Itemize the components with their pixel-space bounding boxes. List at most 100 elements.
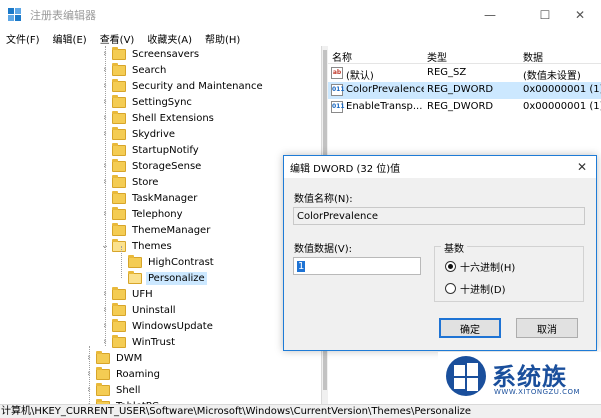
menu-file[interactable]: 文件(F) [0,31,47,46]
ok-button[interactable]: 确定 [439,318,501,338]
window-title: 注册表编辑器 [30,9,96,22]
value-type-cell: REG_DWORD [427,84,494,95]
folder-icon [112,158,126,172]
folder-icon [112,222,126,236]
column-header-type[interactable]: 类型 [427,49,447,64]
tree-item-label: Uninstall [132,304,176,316]
tree-item-label: Shell Extensions [132,112,214,124]
tree-item-label: WinTrust [132,336,176,348]
column-header-name[interactable]: 名称 [332,49,352,64]
value-row[interactable]: 011 EnableTransp... REG_DWORD 0x00000001 (1… [328,99,601,116]
tree-guide-line [121,246,122,278]
string-value-icon: ab [331,67,343,79]
folder-icon [112,190,126,204]
tree-item[interactable]: › DWM [84,350,144,366]
tree-item-label: Screensavers [132,48,200,60]
tree-item[interactable]: ⌄ Themes [100,238,174,254]
tree-item-label: StartupNotify [132,144,199,156]
value-name-cell: (默认) [346,71,374,82]
tree-item-label: SettingSync [132,96,192,108]
tree-item[interactable]: › Shell [84,382,142,398]
dialog-close-icon[interactable]: ✕ [574,159,590,175]
value-row[interactable]: 011 ColorPrevalence REG_DWORD 0x00000001 (1… [328,82,601,99]
minimize-button[interactable]: — [468,0,512,30]
menu-help[interactable]: 帮助(H) [199,31,247,46]
tree-item[interactable]: › Uninstall [100,302,178,318]
folder-icon [112,62,126,76]
folder-icon [112,318,126,332]
tree-item[interactable]: › Roaming [84,366,162,382]
tree-item[interactable]: › Telephony [100,206,185,222]
tree-item-label: Security and Maintenance [132,80,263,92]
tree-item-label: Skydrive [132,128,176,140]
tree-item[interactable]: › UFH [100,286,155,302]
value-data-cell: 0x00000001 (1) [523,101,601,112]
value-type-cell: REG_SZ [427,67,467,78]
close-window-button[interactable]: ✕ [558,0,601,30]
watermark-url: WWW.XITONGZU.COM [494,388,581,396]
folder-icon [96,366,110,380]
folder-icon [112,94,126,108]
folder-icon [112,110,126,124]
radio-hex-row[interactable]: 十六进制(H) [445,259,515,274]
value-list-header: 名称 类型 数据 [328,46,601,64]
status-bar-path: 计算机\HKEY_CURRENT_USER\Software\Microsoft… [0,404,601,418]
regedit-app-icon [8,8,22,22]
tree-item-label: Shell [116,384,141,396]
radio-dec[interactable] [445,283,456,294]
tree-item-label: Telephony [132,208,183,220]
radio-hex-label: 十六进制(H) [460,263,516,274]
tree-guide-line [89,346,90,404]
binary-value-icon: 011 [331,101,345,113]
radio-dec-row[interactable]: 十进制(D) [445,281,506,296]
edit-dword-dialog: 编辑 DWORD (32 位)值 ✕ 数值名称(N): ColorPrevale… [283,155,597,351]
tree-item[interactable]: › WinTrust [100,334,177,350]
folder-icon [112,174,126,188]
tree-item-label: WindowsUpdate [132,320,213,332]
windows-logo-icon [446,356,486,396]
tree-item[interactable]: › Shell Extensions [100,110,216,126]
value-name-field: ColorPrevalence [293,207,585,225]
tree-item[interactable]: › StorageSense [100,158,203,174]
folder-icon [128,270,142,284]
tree-item-label: Personalize [146,271,207,285]
tree-item[interactable]: › Security and Maintenance [100,78,265,94]
menu-favorites[interactable]: 收藏夹(A) [141,31,199,46]
tree-item[interactable]: ThemeManager [100,222,212,238]
tree-item[interactable]: › Search [100,62,168,78]
folder-icon [112,78,126,92]
value-name-label: 数值名称(N): [294,194,353,205]
value-data-input[interactable]: 1 [293,257,421,275]
menu-view[interactable]: 查看(V) [94,31,142,46]
folder-icon [112,142,126,156]
tree-item[interactable]: Personalize [116,270,207,286]
column-header-data[interactable]: 数据 [523,49,543,64]
tree-item[interactable]: › Screensavers [100,46,201,62]
base-label: 基数 [441,240,467,255]
key-tree[interactable]: › Screensavers › Search › Security and Mainte… [0,46,322,404]
xitongzu-watermark: 系统族 WWW.XITONGZU.COM [438,352,601,404]
tree-item-label: ThemeManager [132,224,211,236]
cancel-button[interactable]: 取消 [516,318,578,338]
folder-icon [96,350,110,364]
value-row[interactable]: ab (默认) REG_SZ (数值未设置) [328,65,601,82]
tree-item[interactable]: HighContrast [116,254,216,270]
tree-item[interactable]: › Store [100,174,160,190]
tree-item-label: HighContrast [148,256,214,268]
tree-item[interactable]: › SettingSync [100,94,194,110]
tree-item-label: TaskManager [132,192,198,204]
menu-bar: 文件(F) 编辑(E) 查看(V) 收藏夹(A) 帮助(H) [0,30,601,46]
folder-icon [128,254,142,268]
dialog-title: 编辑 DWORD (32 位)值 [290,163,401,175]
menu-edit[interactable]: 编辑(E) [47,31,94,46]
value-data-cell: (数值未设置) [523,71,581,82]
radio-hex[interactable] [445,261,456,272]
tree-item[interactable]: TaskManager [100,190,199,206]
folder-icon [112,302,126,316]
binary-value-icon: 011 [331,84,345,96]
value-data-cell: 0x00000001 (1) [523,84,601,95]
tree-item[interactable]: StartupNotify [100,142,201,158]
tree-item[interactable]: › Skydrive [100,126,177,142]
tree-item[interactable]: › WindowsUpdate [100,318,215,334]
folder-icon [112,334,126,348]
